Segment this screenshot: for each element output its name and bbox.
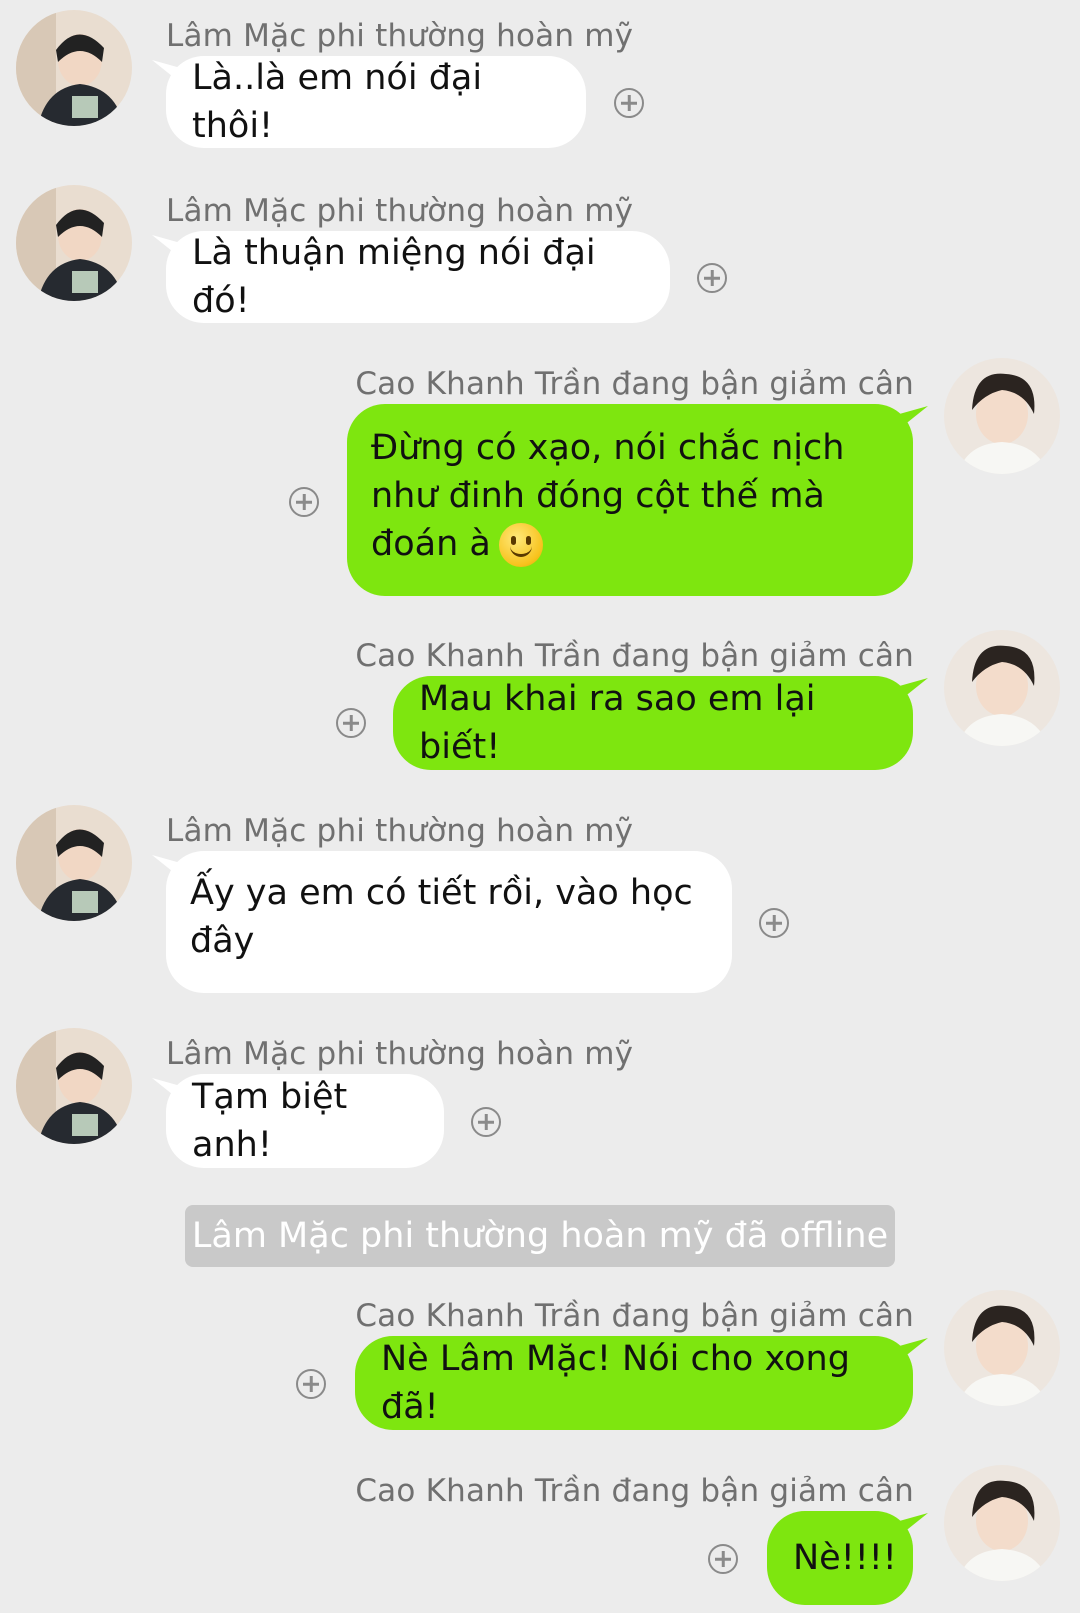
sender-name: Cao Khanh Trần đang bận giảm cân bbox=[355, 1473, 914, 1509]
add-reaction-icon[interactable] bbox=[289, 487, 319, 517]
avatar[interactable] bbox=[16, 10, 132, 126]
sender-name: Lâm Mặc phi thường hoàn mỹ bbox=[166, 813, 634, 849]
message-bubble[interactable]: Là..là em nói đại thôi! bbox=[166, 56, 586, 148]
message-row: Cao Khanh Trần đang bận giảm cân Mau kha… bbox=[0, 630, 1080, 775]
add-reaction-icon[interactable] bbox=[336, 708, 366, 738]
message-bubble[interactable]: Nè Lâm Mặc! Nói cho xong đã! bbox=[355, 1336, 913, 1430]
avatar[interactable] bbox=[16, 805, 132, 921]
message-row: Cao Khanh Trần đang bận giảm cân Đừng có… bbox=[0, 358, 1080, 603]
avatar-icon bbox=[16, 1028, 132, 1144]
avatar-icon bbox=[944, 1465, 1060, 1581]
sender-name: Cao Khanh Trần đang bận giảm cân bbox=[355, 366, 914, 402]
message-row: Cao Khanh Trần đang bận giảm cân Nè!!!! bbox=[0, 1465, 1080, 1610]
avatar[interactable] bbox=[944, 630, 1060, 746]
message-row: Lâm Mặc phi thường hoàn mỹ Là..là em nói… bbox=[0, 10, 1080, 150]
message-text: Nè Lâm Mặc! Nói cho xong đã! bbox=[381, 1339, 850, 1427]
avatar-icon bbox=[944, 358, 1060, 474]
add-reaction-icon[interactable] bbox=[471, 1107, 501, 1137]
avatar[interactable] bbox=[16, 1028, 132, 1144]
message-row: Lâm Mặc phi thường hoàn mỹ Là thuận miện… bbox=[0, 185, 1080, 325]
message-bubble[interactable]: Ấy ya em có tiết rồi, vào học đây bbox=[166, 851, 732, 993]
sender-name: Lâm Mặc phi thường hoàn mỹ bbox=[166, 1036, 634, 1072]
avatar[interactable] bbox=[944, 1290, 1060, 1406]
sender-name: Cao Khanh Trần đang bận giảm cân bbox=[355, 638, 914, 674]
message-row: Lâm Mặc phi thường hoàn mỹ Tạm biệt anh! bbox=[0, 1028, 1080, 1173]
avatar-icon bbox=[944, 1290, 1060, 1406]
message-text: Đừng có xạo, nói chắc nịch như đinh đóng… bbox=[371, 424, 889, 568]
smile-emoji-icon bbox=[498, 523, 543, 567]
add-reaction-icon[interactable] bbox=[759, 908, 789, 938]
add-reaction-icon[interactable] bbox=[708, 1544, 738, 1574]
sender-name: Lâm Mặc phi thường hoàn mỹ bbox=[166, 193, 634, 229]
sender-name: Lâm Mặc phi thường hoàn mỹ bbox=[166, 18, 634, 54]
message-text: Tạm biệt anh! bbox=[192, 1077, 348, 1165]
avatar[interactable] bbox=[16, 185, 132, 301]
message-bubble[interactable]: Đừng có xạo, nói chắc nịch như đinh đóng… bbox=[347, 404, 913, 596]
avatar-icon bbox=[16, 805, 132, 921]
add-reaction-icon[interactable] bbox=[614, 88, 644, 118]
message-row: Lâm Mặc phi thường hoàn mỹ Ấy ya em có t… bbox=[0, 805, 1080, 1000]
avatar-icon bbox=[944, 630, 1060, 746]
message-bubble[interactable]: Tạm biệt anh! bbox=[166, 1074, 444, 1168]
add-reaction-icon[interactable] bbox=[296, 1369, 326, 1399]
avatar-icon bbox=[16, 185, 132, 301]
message-text: Là..là em nói đại thôi! bbox=[192, 58, 483, 146]
avatar[interactable] bbox=[944, 358, 1060, 474]
message-bubble[interactable]: Là thuận miệng nói đại đó! bbox=[166, 231, 670, 323]
add-reaction-icon[interactable] bbox=[697, 263, 727, 293]
message-bubble[interactable]: Mau khai ra sao em lại biết! bbox=[393, 676, 913, 770]
avatar-icon bbox=[16, 10, 132, 126]
sender-name: Cao Khanh Trần đang bận giảm cân bbox=[355, 1298, 914, 1334]
message-text: Ấy ya em có tiết rồi, vào học đây bbox=[190, 873, 693, 961]
message-text: Nè!!!! bbox=[793, 1538, 897, 1578]
avatar[interactable] bbox=[944, 1465, 1060, 1581]
message-text: Mau khai ra sao em lại biết! bbox=[419, 679, 816, 767]
message-bubble[interactable]: Nè!!!! bbox=[767, 1511, 913, 1605]
message-text: Là thuận miệng nói đại đó! bbox=[192, 233, 596, 321]
offline-notice: Lâm Mặc phi thường hoàn mỹ đã offline bbox=[185, 1205, 895, 1267]
message-row: Cao Khanh Trần đang bận giảm cân Nè Lâm … bbox=[0, 1290, 1080, 1435]
